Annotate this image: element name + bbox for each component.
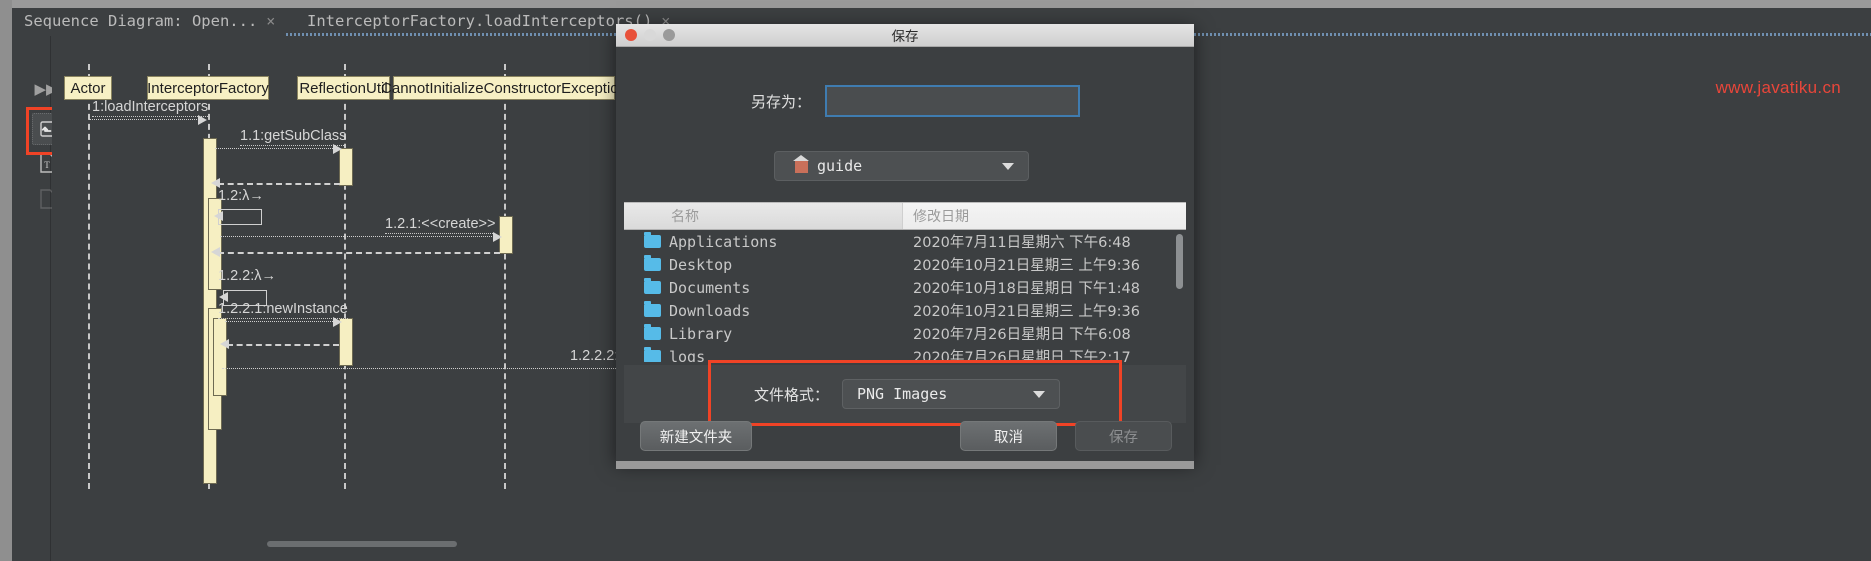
- file-date: 2020年10月21日星期三 上午9:36: [913, 304, 1140, 320]
- file-list-rows: Applications 2020年7月11日星期六 下午6:48 Deskto…: [624, 230, 1186, 362]
- arrowhead-1-1: [333, 144, 342, 154]
- column-header-name[interactable]: 名称: [624, 203, 903, 229]
- return-arrow-1-2-2-1: [227, 344, 339, 346]
- tab-label: InterceptorFactory.loadInterceptors(): [307, 12, 653, 30]
- cancel-button[interactable]: 取消: [960, 421, 1057, 451]
- lifeline-cannotinit: [504, 64, 506, 489]
- column-header-date[interactable]: 修改日期: [903, 203, 1186, 229]
- file-list-header: 名称 修改日期: [624, 202, 1186, 230]
- file-date: 2020年10月18日星期日 下午1:48: [913, 281, 1140, 297]
- dialog-title-bar[interactable]: 保存: [616, 24, 1194, 47]
- folder-icon: [644, 347, 661, 362]
- window-left-frame: [0, 0, 12, 561]
- message-label-1-2-2-2: 1.2.2.2:: [570, 348, 619, 364]
- arrow-1-2-2-2: [222, 368, 682, 369]
- folder-icon: [644, 232, 661, 248]
- close-window-icon[interactable]: [625, 29, 637, 41]
- tab-label: Sequence Diagram: Open...: [24, 12, 258, 30]
- file-row[interactable]: Library 2020年7月26日星期日 下午6:08: [624, 322, 1186, 345]
- save-as-input[interactable]: [825, 85, 1080, 117]
- arrowhead-selfcall-1-2: [214, 211, 223, 221]
- participant-interceptorfactory[interactable]: InterceptorFactory: [147, 76, 269, 100]
- arrowhead-1: [198, 115, 207, 125]
- tab-sequence-diagram[interactable]: Sequence Diagram: Open... ×: [24, 8, 275, 34]
- file-list-scrollbar[interactable]: [1176, 234, 1183, 289]
- chevron-down-icon[interactable]: [1002, 163, 1014, 170]
- arrowhead-return-1-2-1: [211, 247, 220, 257]
- arrow-1: [89, 119, 201, 120]
- folder-icon: [644, 324, 661, 340]
- participant-reflectionutil[interactable]: ReflectionUtil: [297, 76, 390, 100]
- file-date: 2020年7月26日星期日 下午6:08: [913, 327, 1131, 343]
- arrow-1-2-2-1: [225, 321, 337, 322]
- message-label-1-1: 1.1:getSubClass: [240, 128, 347, 146]
- zoom-window-icon[interactable]: [663, 29, 675, 41]
- file-name: Library: [669, 324, 733, 343]
- message-label-1-2-1: 1.2.1:<<create>>: [385, 216, 496, 234]
- lifeline-actor: [88, 64, 90, 489]
- directory-combobox[interactable]: guide: [774, 151, 1029, 181]
- file-row[interactable]: Downloads 2020年10月21日星期三 上午9:36: [624, 299, 1186, 322]
- dialog-title: 保存: [891, 29, 919, 45]
- save-as-row: 另存为：: [616, 85, 1194, 117]
- participant-cannotinitializeconstructorexception[interactable]: CannotInitializeConstructorException: [381, 76, 627, 100]
- new-folder-button[interactable]: 新建文件夹: [640, 421, 752, 451]
- diagram-tool-strip: ▶▶ T: [12, 36, 90, 561]
- arrow-1-2-1: [220, 236, 498, 237]
- file-name: logs: [669, 347, 706, 363]
- file-name-cell: Applications: [624, 232, 903, 251]
- file-name: Documents: [669, 278, 751, 297]
- file-row[interactable]: Documents 2020年10月18日星期日 下午1:48: [624, 276, 1186, 299]
- save-dialog: 保存 另存为： guide 名称 修改日期 Applications 2020年…: [616, 24, 1194, 469]
- file-name: Desktop: [669, 255, 733, 274]
- file-name: Applications: [669, 232, 778, 251]
- dialog-bottom-edge: [616, 461, 1194, 469]
- file-date: 2020年7月11日星期六 下午6:48: [913, 235, 1131, 251]
- return-arrow-1-2-1: [218, 252, 500, 254]
- return-arrow-1-1: [218, 183, 340, 185]
- folder-home-icon: [793, 154, 809, 173]
- file-name: Downloads: [669, 301, 751, 320]
- file-name-cell: Library: [624, 324, 903, 343]
- arrowhead-return-1-1: [211, 178, 220, 188]
- arrowhead-1-2-2-1: [333, 317, 342, 327]
- file-browser[interactable]: 名称 修改日期 Applications 2020年7月11日星期六 下午6:4…: [624, 202, 1186, 362]
- dialog-body: 另存为： guide 名称 修改日期 Applications 2020年7月1…: [616, 47, 1194, 462]
- minimize-window-icon[interactable]: [644, 29, 656, 41]
- arrowhead-return-1-2-2-1: [220, 339, 229, 349]
- message-label-1: 1:loadInterceptors: [92, 99, 209, 117]
- close-icon[interactable]: ×: [266, 12, 275, 30]
- dialog-footer: 新建文件夹 取消 保存: [616, 410, 1194, 462]
- save-as-label: 另存为：: [750, 92, 811, 111]
- message-label-1-2: 1.2:λ→: [218, 188, 264, 204]
- folder-icon: [644, 301, 661, 317]
- activation-nested-3: [213, 318, 227, 396]
- file-row[interactable]: Applications 2020年7月11日星期六 下午6:48: [624, 230, 1186, 253]
- folder-icon: [644, 278, 661, 294]
- arrow-1-1: [215, 148, 337, 149]
- watermark: www.javatiku.cn: [1715, 78, 1841, 97]
- file-date: 2020年10月21日星期三 上午9:36: [913, 258, 1140, 274]
- file-row[interactable]: Desktop 2020年10月21日星期三 上午9:36: [624, 253, 1186, 276]
- folder-icon: [644, 255, 661, 271]
- file-name-cell: Downloads: [624, 301, 903, 320]
- directory-label: guide: [817, 157, 863, 175]
- save-button[interactable]: 保存: [1075, 421, 1172, 451]
- arrowhead-1-2-1: [493, 232, 502, 242]
- file-name-cell: Documents: [624, 278, 903, 297]
- message-label-1-2-2-1: 1.2.2.1:newInstance: [218, 301, 348, 319]
- screenshot-root: Sequence Diagram: Open... × InterceptorF…: [0, 0, 1871, 561]
- selfcall-1-2: [218, 209, 262, 225]
- horizontal-scrollbar[interactable]: [267, 541, 457, 547]
- traffic-lights: [616, 29, 675, 41]
- participant-actor[interactable]: Actor: [64, 76, 112, 100]
- svg-text:T: T: [44, 160, 50, 170]
- message-label-1-2-2: 1.2.2:λ→: [218, 268, 277, 284]
- file-name-cell: Desktop: [624, 255, 903, 274]
